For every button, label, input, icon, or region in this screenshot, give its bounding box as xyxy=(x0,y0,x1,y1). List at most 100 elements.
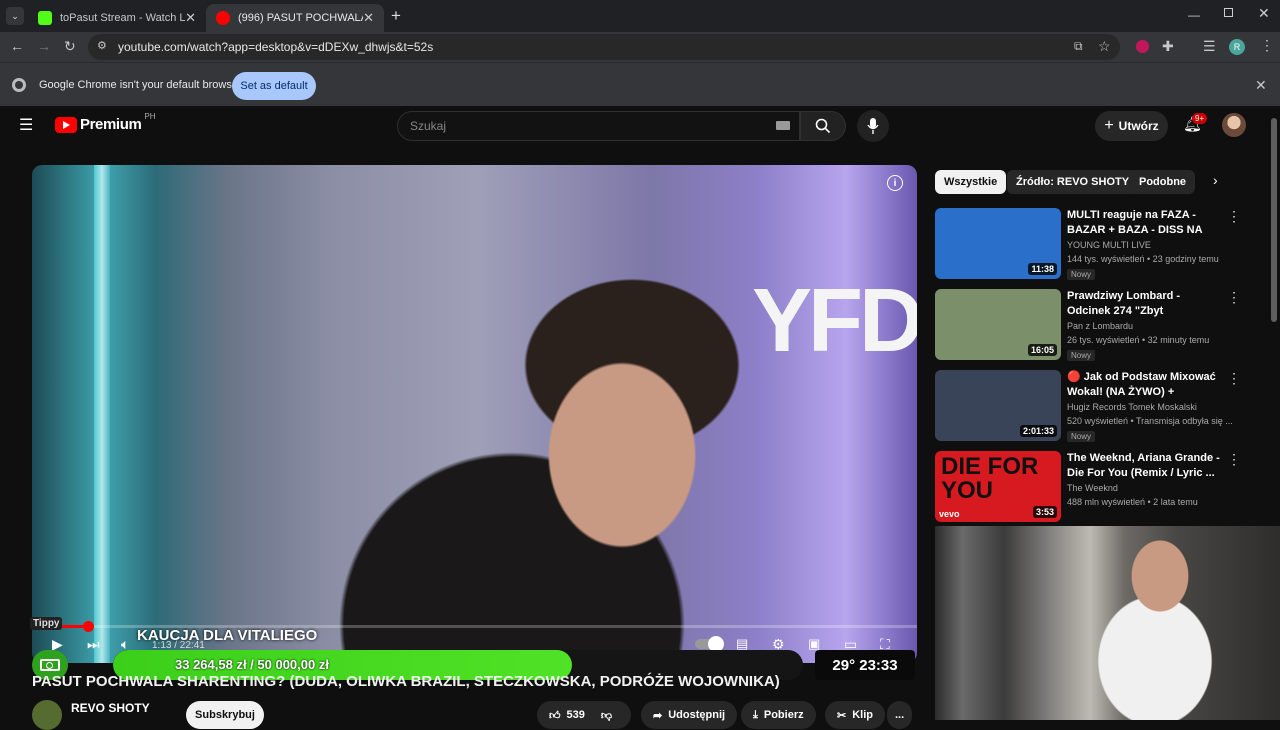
youtube-premium-logo[interactable]: Premium PH xyxy=(55,112,156,133)
tab-kick-stream[interactable]: toPasut Stream - Watch Live on ✕ xyxy=(28,4,206,32)
subscribe-button[interactable]: Subskrybuj xyxy=(186,701,264,729)
recommendation-channel[interactable]: YOUNG MULTI LIVE xyxy=(1067,240,1151,250)
more-options-icon[interactable]: ⋮ xyxy=(1227,208,1241,225)
recommendation-title[interactable]: 🔴 Jak od Podstaw Mixować Wokal! (NA ŻYWO… xyxy=(1067,370,1222,400)
chevron-right-icon[interactable]: › xyxy=(1213,172,1218,188)
recommendation-meta: 488 mln wyświetleń • 2 lata temu xyxy=(1067,497,1198,507)
search-button[interactable] xyxy=(800,111,846,141)
clip-button[interactable]: ✂ Klip xyxy=(825,701,885,729)
channel-avatar[interactable] xyxy=(32,700,62,730)
info-icon[interactable]: i xyxy=(887,175,903,191)
search-input[interactable] xyxy=(410,119,760,133)
new-tab-icon[interactable]: + xyxy=(391,6,401,26)
create-button[interactable]: + Utwórz xyxy=(1095,111,1168,141)
video-player[interactable]: YFD i ▶ ⏭ 🔈︎ 1:13 / 22:41 ▤ ⚙ ▣ ▭ ⛶ xyxy=(32,165,917,663)
recommendation-channel[interactable]: Pan z Lombardu xyxy=(1067,321,1133,331)
install-app-icon[interactable]: ⧉ xyxy=(1074,39,1083,54)
page-scrollbar[interactable] xyxy=(1271,118,1277,322)
tab-youtube-video[interactable]: (996) PASUT POCHWALA SHAR ✕ xyxy=(206,4,384,32)
close-infobar-icon[interactable]: ✕ xyxy=(1255,77,1267,94)
close-window-icon[interactable]: ✕ xyxy=(1258,5,1270,22)
video-duration: 16:05 xyxy=(1027,344,1057,356)
recommendation-card[interactable]: 2:01:33 🔴 Jak od Podstaw Mixować Wokal! … xyxy=(935,370,1245,444)
address-bar[interactable]: ⚙ youtube.com/watch?app=desktop&v=dDEXw_… xyxy=(88,34,1120,60)
recommendation-channel[interactable]: The Weeknd xyxy=(1067,483,1118,493)
tab-title: toPasut Stream - Watch Live on xyxy=(60,12,185,24)
autoplay-toggle[interactable] xyxy=(695,636,724,652)
logo-region-code: PH xyxy=(144,112,156,121)
video-thumbnail[interactable]: DIE FOR YOU vevo 3:53 xyxy=(935,451,1061,522)
new-badge: Nowy xyxy=(1067,431,1096,442)
thumbnail-subtext: vevo xyxy=(939,509,960,519)
wall-logo: YFD xyxy=(752,271,917,371)
recommendation-meta: 520 wyświetleń • Transmisja odbyła się .… xyxy=(1067,416,1233,426)
recommendation-card[interactable]: 11:38 MULTI reaguje na FAZA - BAZAR + BA… xyxy=(935,208,1245,282)
share-label: Udostępnij xyxy=(668,709,726,721)
youtube-masthead: ☰ Premium PH + Utwórz 🔔︎ 9+ xyxy=(0,106,1280,146)
more-options-icon[interactable]: ⋮ xyxy=(1227,370,1241,387)
recommendation-card[interactable]: DIE FOR YOU vevo 3:53 The Weeknd, Ariana … xyxy=(935,451,1245,525)
progress-scrubber[interactable] xyxy=(82,621,94,632)
chip-source-channel[interactable]: Źródło: REVO SHOTY xyxy=(1007,170,1139,194)
donation-goal-amount: 33 264,58 zł / 50 000,00 zł xyxy=(175,657,329,672)
bookmark-star-icon[interactable]: ☆ xyxy=(1098,38,1111,55)
minimize-window-icon[interactable]: — xyxy=(1188,8,1200,22)
url-text[interactable]: youtube.com/watch?app=desktop&v=dDEXw_dh… xyxy=(118,40,433,54)
more-actions-button[interactable]: ... xyxy=(887,701,913,729)
default-browser-infobar: Google Chrome isn't your default browser… xyxy=(0,62,1280,106)
notification-count-badge: 9+ xyxy=(1192,113,1208,124)
share-button[interactable]: ➦ Udostępnij xyxy=(641,701,738,729)
led-light-pole xyxy=(94,165,110,663)
donation-goal-title: KAUCJA DLA VITALIEGO xyxy=(137,627,318,644)
tab-title: (996) PASUT POCHWALA SHAR xyxy=(238,12,363,24)
tab-search-button[interactable]: ⌄ xyxy=(6,7,24,25)
infobar-message: Google Chrome isn't your default browser xyxy=(39,79,242,91)
hamburger-menu-icon[interactable]: ☰ xyxy=(19,115,33,135)
recommendation-title[interactable]: Prawdziwy Lombard - Odcinek 274 "Zbyt no… xyxy=(1067,289,1222,319)
restore-window-icon[interactable] xyxy=(1224,8,1233,17)
site-settings-icon[interactable]: ⚙ xyxy=(97,39,107,52)
close-tab-icon[interactable]: ✕ xyxy=(363,10,374,26)
set-as-default-button[interactable]: Set as default xyxy=(232,72,316,100)
voice-search-button[interactable] xyxy=(857,110,889,142)
clip-label: Klip xyxy=(852,709,873,721)
reload-icon[interactable]: ↻ xyxy=(64,38,76,55)
download-button[interactable]: ⤓ Pobierz xyxy=(741,701,816,729)
more-options-icon[interactable]: ⋮ xyxy=(1227,451,1241,468)
youtube-favicon-icon xyxy=(216,11,230,25)
video-thumbnail[interactable]: 11:38 xyxy=(935,208,1061,279)
extensions-puzzle-icon[interactable]: ✚ xyxy=(1162,38,1174,55)
keyboard-icon[interactable] xyxy=(776,121,790,130)
webcam-overlay xyxy=(935,526,1280,720)
account-avatar[interactable] xyxy=(1222,113,1246,137)
plus-icon: + xyxy=(1104,117,1114,134)
video-duration: 3:53 xyxy=(1032,506,1057,518)
extension-icon[interactable] xyxy=(1136,40,1149,53)
like-count[interactable]: 539 xyxy=(567,709,585,721)
forward-arrow-icon[interactable]: → xyxy=(37,38,51,54)
video-title: PASUT POCHWALA SHARENTING? (DUDA, OLIWKA… xyxy=(32,673,780,690)
video-thumbnail[interactable]: 2:01:33 xyxy=(935,370,1061,441)
tippy-label: Tippy xyxy=(30,617,63,630)
recommendation-meta: 26 tys. wyświetleń • 32 minuty temu xyxy=(1067,335,1210,345)
browser-toolbar: ← → ↻ ⚙ youtube.com/watch?app=desktop&v=… xyxy=(0,32,1280,62)
recommendation-channel[interactable]: Hugiz Records Tomek Moskalski xyxy=(1067,402,1197,412)
back-arrow-icon[interactable]: ← xyxy=(10,38,24,54)
video-thumbnail[interactable]: 16:05 xyxy=(935,289,1061,360)
chrome-menu-icon[interactable]: ⋮ xyxy=(1260,37,1274,54)
profile-avatar[interactable]: R xyxy=(1229,39,1245,55)
channel-name[interactable]: REVO SHOTY xyxy=(71,701,150,715)
youtube-play-logo-icon xyxy=(55,116,77,133)
chrome-logo-icon xyxy=(12,78,26,92)
search-box[interactable] xyxy=(397,111,800,141)
more-options-icon[interactable]: ⋮ xyxy=(1227,289,1241,306)
recommendation-title[interactable]: The Weeknd, Ariana Grande - Die For You … xyxy=(1067,451,1222,481)
chip-all[interactable]: Wszystkie xyxy=(935,170,1007,194)
close-tab-icon[interactable]: ✕ xyxy=(185,10,196,26)
recommendation-title[interactable]: MULTI reaguje na FAZA - BAZAR + BAZA - D… xyxy=(1067,208,1222,238)
temperature-clock: 29° 23:33 xyxy=(815,650,915,680)
next-video-icon[interactable]: ⏭ xyxy=(87,636,100,653)
chip-related[interactable]: Podobne xyxy=(1130,170,1196,194)
recommendation-card[interactable]: 16:05 Prawdziwy Lombard - Odcinek 274 "Z… xyxy=(935,289,1245,363)
reading-list-icon[interactable]: ☰ xyxy=(1203,38,1216,55)
